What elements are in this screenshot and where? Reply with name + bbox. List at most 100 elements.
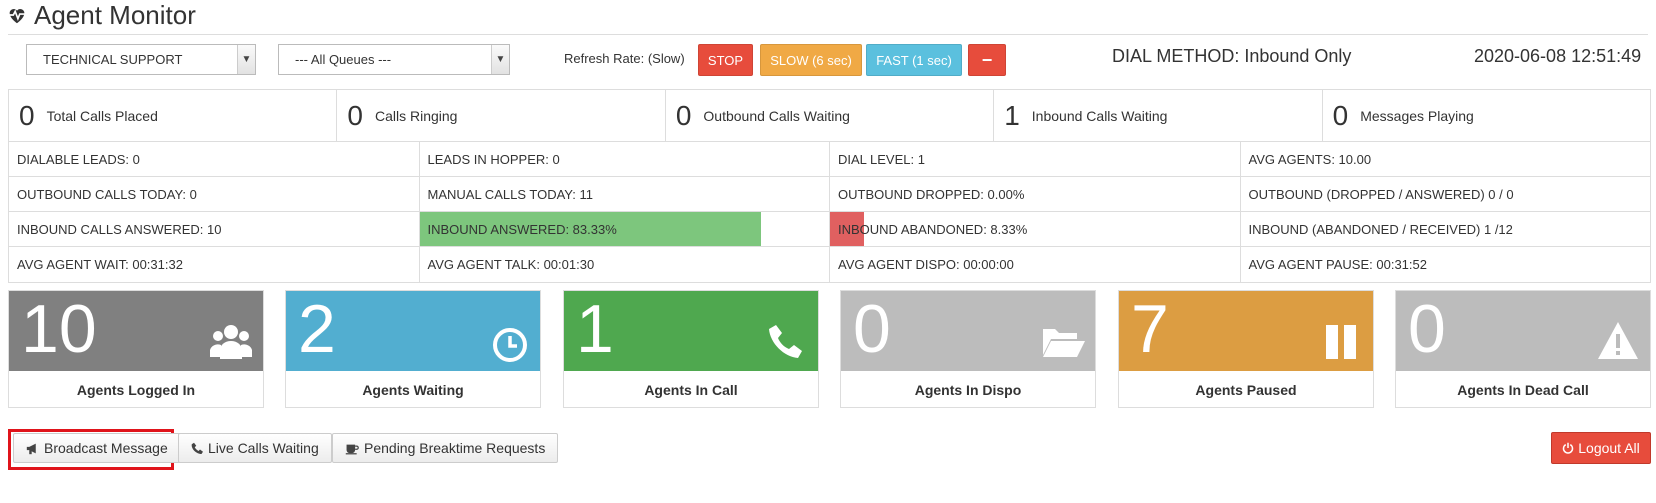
counter-value: 0 (675, 99, 692, 131)
fast-refresh-button[interactable]: FAST (1 sec) (866, 44, 962, 76)
queue-select[interactable]: --- All Queues --- ▼ (278, 44, 510, 75)
metric-row: AVG AGENT WAIT: 00:31:32 AVG AGENT TALK:… (9, 247, 1650, 282)
metric-row: DIALABLE LEADS: 0 LEADS IN HOPPER: 0 DIA… (9, 142, 1650, 177)
counter-total-calls-placed: 0 Total Calls Placed (9, 90, 338, 141)
metric-row: INBOUND CALLS ANSWERED: 10 INBOUND ANSWE… (9, 212, 1650, 247)
metric-cell: AVG AGENT DISPO: 00:00:00 (830, 247, 1241, 282)
metric-outbound-dropped: OUTBOUND DROPPED: 0.00% (838, 186, 1025, 202)
metric-cell: OUTBOUND (DROPPED / ANSWERED) 0 / 0 (1241, 177, 1651, 211)
metric-inbound-calls-answered: INBOUND CALLS ANSWERED: 10 (17, 221, 222, 237)
counter-label: Outbound Calls Waiting (703, 107, 850, 124)
phone-icon (191, 442, 203, 454)
chevron-down-icon: ▼ (491, 45, 509, 74)
counter-label: Total Calls Placed (46, 107, 158, 124)
counter-messages-playing: 0 Messages Playing (1323, 90, 1650, 141)
minus-button[interactable]: − (968, 44, 1006, 76)
stats-grid: 0 Total Calls Placed 0 Calls Ringing 0 O… (8, 89, 1651, 283)
agent-status-tiles: 10 Agents Logged In 2 Agents Waiting 1 A… (8, 290, 1651, 408)
counter-outbound-calls-waiting: 0 Outbound Calls Waiting (666, 90, 995, 141)
tile-label: Agents Logged In (76, 381, 196, 398)
tile-agents-paused[interactable]: 7 Agents Paused (1118, 290, 1374, 408)
page-header: Agent Monitor (6, 0, 196, 30)
metric-dial-level: DIAL LEVEL: 1 (838, 151, 925, 167)
tile-head: 2 (286, 291, 540, 371)
folder-open-icon (1043, 329, 1085, 357)
metric-outbound-dropped-answered: OUTBOUND (DROPPED / ANSWERED) 0 / 0 (1248, 186, 1514, 202)
tile-value: 2 (298, 291, 336, 367)
logout-all-label: Logout All (1578, 440, 1640, 456)
broadcast-message-label: Broadcast Message (44, 440, 168, 456)
metric-cell: INBOUND ANSWERED: 83.33% (419, 212, 830, 246)
pending-breaktime-requests-button[interactable]: Pending Breaktime Requests (332, 433, 559, 463)
users-icon (210, 325, 252, 359)
tile-head: 0 (841, 291, 1095, 371)
counter-value: 0 (19, 99, 35, 131)
metric-manual-calls-today: MANUAL CALLS TODAY: 11 (427, 186, 593, 202)
metric-inbound-answered: INBOUND ANSWERED: 83.33% (427, 221, 617, 237)
dial-method: DIAL METHOD: Inbound Only (1112, 46, 1352, 66)
metric-cell: OUTBOUND DROPPED: 0.00% (830, 177, 1241, 211)
counter-label: Messages Playing (1360, 107, 1474, 124)
metric-cell: LEADS IN HOPPER: 0 (420, 142, 830, 176)
header-divider (8, 34, 1648, 35)
counter-label: Calls Ringing (374, 107, 458, 124)
counter-value: 1 (1004, 99, 1020, 131)
tile-agents-in-call[interactable]: 1 Agents In Call (563, 290, 819, 408)
metric-inbound-abandoned-received: INBOUND (ABANDONED / RECEIVED) 1 /12 (1248, 221, 1513, 237)
power-icon (1563, 442, 1574, 454)
pause-icon (1326, 325, 1356, 359)
metric-cell: MANUAL CALLS TODAY: 11 (420, 177, 830, 211)
metric-cell: OUTBOUND CALLS TODAY: 0 (9, 177, 420, 211)
tile-value: 7 (1131, 291, 1169, 367)
metric-cell: INBOUND CALLS ANSWERED: 10 (9, 212, 420, 246)
tile-agents-waiting[interactable]: 2 Agents Waiting (285, 290, 541, 408)
metric-cell: INBOUND ABANDONED: 8.33% (830, 212, 1241, 246)
tile-label: Agents In Call (644, 381, 738, 398)
tile-head: 0 (1396, 291, 1650, 371)
pending-breaktime-requests-label: Pending Breaktime Requests (364, 440, 546, 456)
metric-cell: DIAL LEVEL: 1 (830, 142, 1241, 176)
page-title: Agent Monitor (34, 0, 196, 30)
campaign-select-value: TECHNICAL SUPPORT (43, 52, 183, 67)
broadcast-message-button[interactable]: Broadcast Message (13, 433, 181, 463)
slow-refresh-button[interactable]: SLOW (6 sec) (760, 44, 862, 76)
tile-label: Agents In Dead Call (1457, 381, 1589, 398)
tile-agents-in-dead-call[interactable]: 0 Agents In Dead Call (1395, 290, 1651, 408)
refresh-rate-label: Refresh Rate: (Slow) (564, 51, 685, 66)
coffee-icon (345, 444, 359, 454)
phone-icon (769, 325, 802, 358)
tile-agents-in-dispo[interactable]: 0 Agents In Dispo (840, 290, 1096, 408)
campaign-select[interactable]: TECHNICAL SUPPORT ▼ (26, 44, 256, 75)
tile-value: 0 (853, 291, 891, 367)
metric-inbound-abandoned: INBOUND ABANDONED: 8.33% (838, 221, 1028, 237)
toolbar: TECHNICAL SUPPORT ▼ --- All Queues --- ▼… (26, 44, 1656, 76)
metric-dialable-leads: DIALABLE LEADS: 0 (17, 151, 140, 167)
tile-value: 10 (21, 291, 97, 367)
metric-leads-in-hopper: LEADS IN HOPPER: 0 (427, 151, 560, 167)
counter-inbound-calls-waiting: 1 Inbound Calls Waiting (994, 90, 1323, 141)
tile-head: 10 (9, 291, 263, 371)
tile-value: 1 (576, 291, 614, 367)
live-calls-waiting-label: Live Calls Waiting (208, 440, 319, 456)
live-calls-waiting-button[interactable]: Live Calls Waiting (178, 433, 332, 463)
tile-head: 1 (564, 291, 818, 371)
metric-cell: AVG AGENT PAUSE: 00:31:52 (1241, 247, 1651, 282)
metric-avg-agent-talk: AVG AGENT TALK: 00:01:30 (427, 257, 595, 272)
counter-row: 0 Total Calls Placed 0 Calls Ringing 0 O… (9, 90, 1650, 142)
chevron-down-icon: ▼ (237, 45, 255, 74)
metric-cell: DIALABLE LEADS: 0 (9, 142, 420, 176)
tile-value: 0 (1408, 291, 1446, 367)
stop-button[interactable]: STOP (698, 44, 753, 76)
counter-value: 0 (1332, 99, 1349, 131)
counter-calls-ringing: 0 Calls Ringing (337, 90, 666, 141)
metric-cell: AVG AGENT TALK: 00:01:30 (420, 247, 830, 282)
tile-agents-logged-in[interactable]: 10 Agents Logged In (8, 290, 264, 408)
metric-avg-agents: AVG AGENTS: 10.00 (1248, 151, 1372, 167)
metric-cell: INBOUND (ABANDONED / RECEIVED) 1 /12 (1241, 212, 1651, 246)
metric-cell: AVG AGENTS: 10.00 (1241, 142, 1651, 176)
metric-avg-agent-pause: AVG AGENT PAUSE: 00:31:52 (1248, 257, 1427, 272)
counter-value: 0 (347, 99, 363, 131)
metric-row: OUTBOUND CALLS TODAY: 0 MANUAL CALLS TOD… (9, 177, 1650, 212)
counter-label: Inbound Calls Waiting (1031, 107, 1168, 124)
logout-all-button[interactable]: Logout All (1551, 432, 1651, 464)
